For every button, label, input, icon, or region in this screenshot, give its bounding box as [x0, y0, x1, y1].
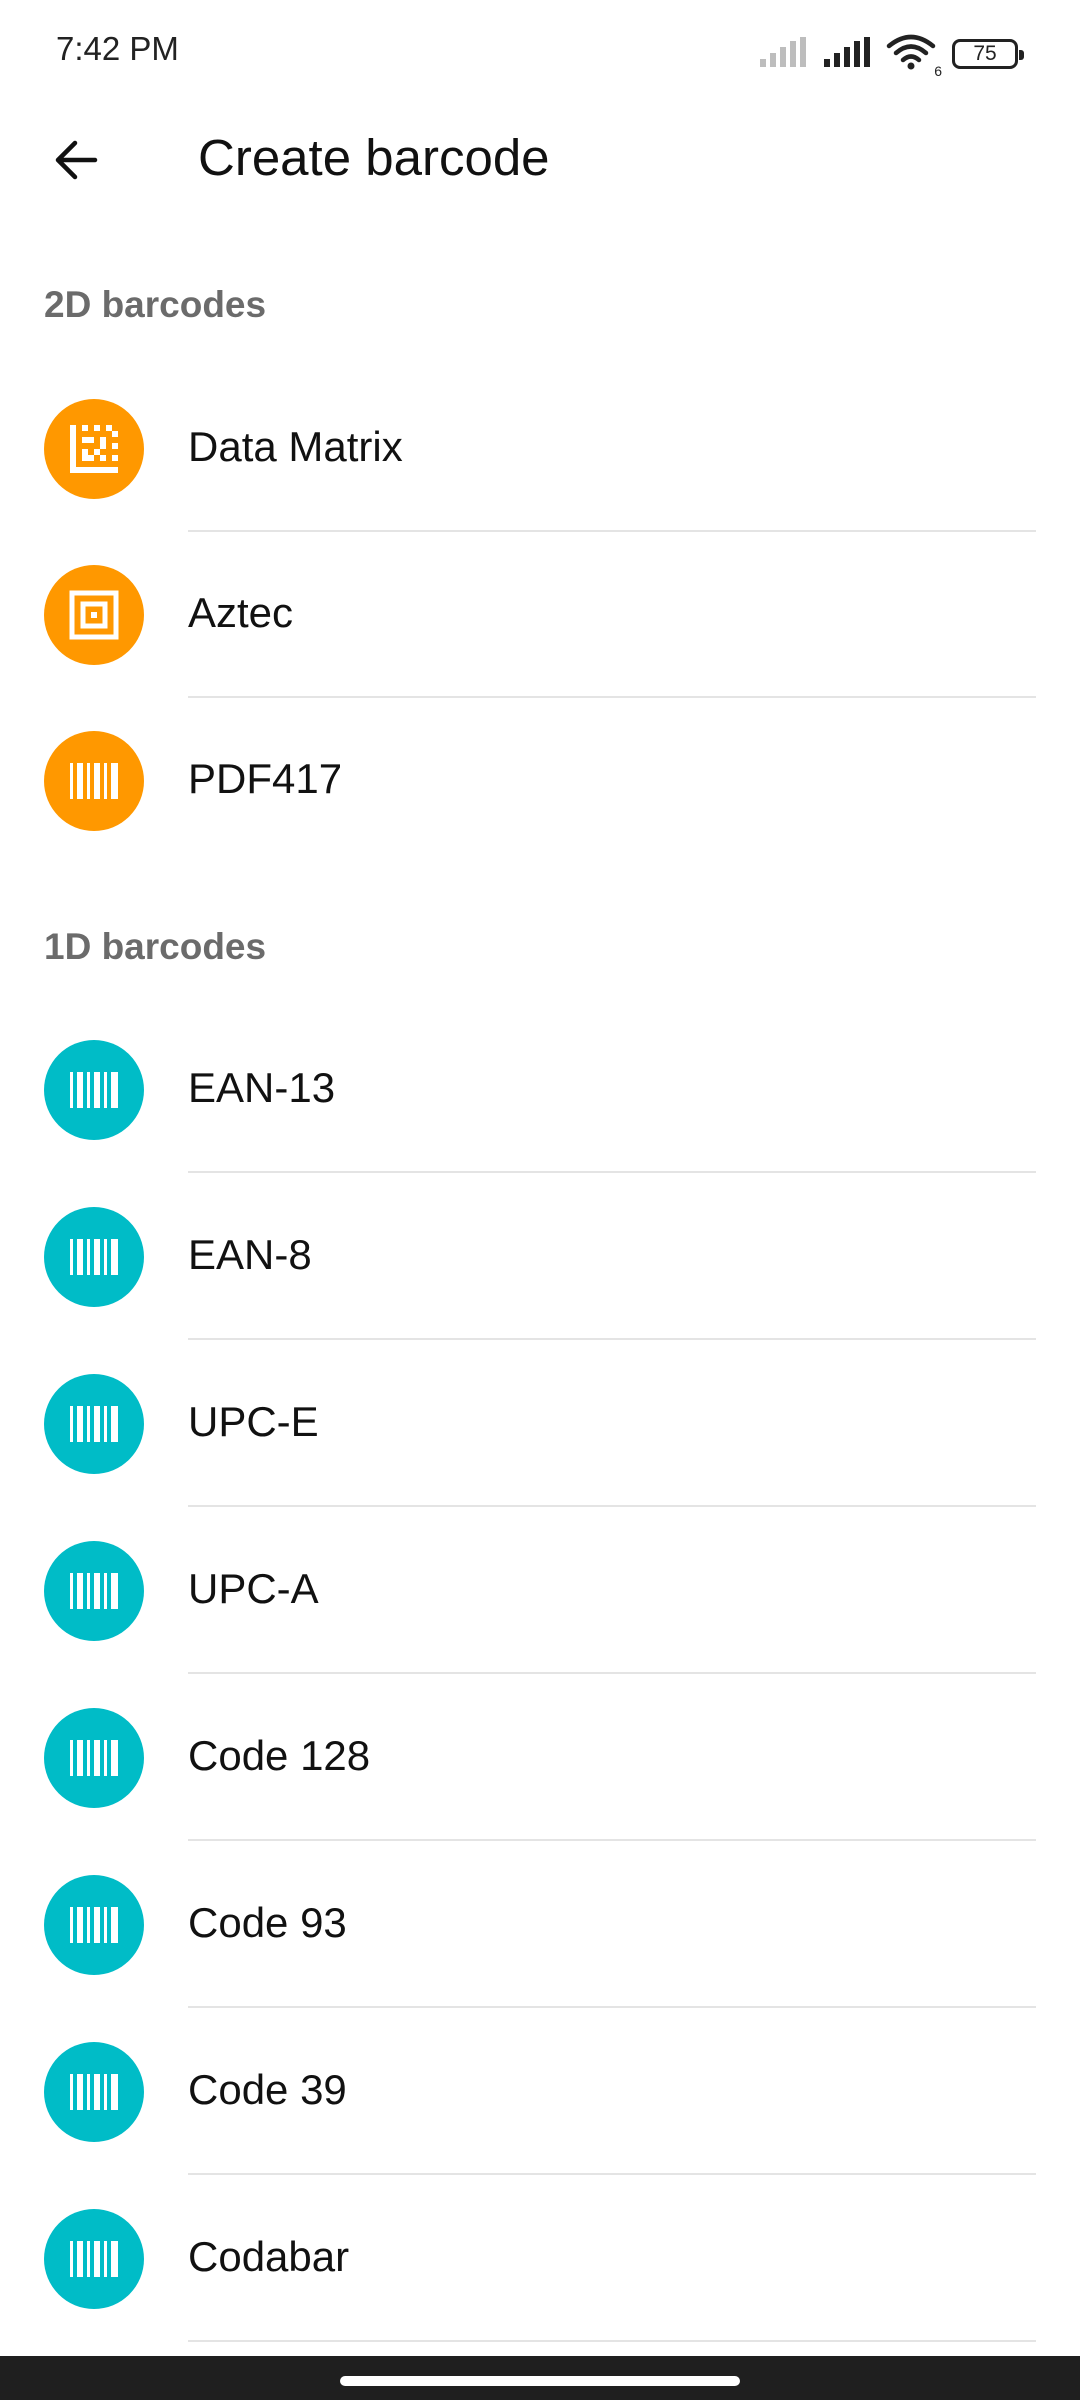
back-button[interactable] — [36, 122, 116, 202]
divider — [188, 1505, 1036, 1507]
page-title: Create barcode — [198, 129, 550, 186]
barcode-icon — [44, 1708, 144, 1808]
list-item-data-matrix[interactable]: Data Matrix — [0, 366, 1080, 532]
list-item-label: Aztec — [188, 589, 294, 636]
barcode-icon — [44, 1541, 144, 1641]
divider — [188, 2340, 1036, 2342]
arrow-left-icon — [51, 135, 101, 190]
list-item-code-128[interactable]: Code 128 — [0, 1675, 1080, 1841]
barcode-icon — [44, 731, 144, 831]
signal-weak-icon — [758, 36, 806, 72]
data-matrix-icon — [44, 399, 144, 499]
battery-icon: 75 — [952, 39, 1024, 69]
list-item-code-93[interactable]: Code 93 — [0, 1842, 1080, 2008]
divider — [188, 1338, 1036, 1340]
divider — [188, 1672, 1036, 1674]
list-item-pdf417[interactable]: PDF417 — [0, 698, 1080, 864]
section-header-2d: 2D barcodes — [44, 284, 267, 325]
list-item-label: EAN-13 — [188, 1064, 336, 1111]
battery-level: 75 — [973, 42, 997, 65]
list-item-aztec[interactable]: Aztec — [0, 532, 1080, 698]
wifi-badge: 6 — [934, 62, 942, 79]
signal-strong-icon — [822, 36, 870, 72]
section-header-1d: 1D barcodes — [44, 926, 267, 967]
barcode-icon — [44, 1040, 144, 1140]
list-item-codabar[interactable]: Codabar — [0, 2176, 1080, 2342]
divider — [188, 2173, 1036, 2175]
home-indicator[interactable] — [340, 2376, 740, 2386]
status-bar: 7:42 PM 6 75 — [0, 0, 1080, 100]
navigation-bar — [0, 2356, 1080, 2400]
status-time: 7:42 PM — [56, 30, 179, 67]
list-item-label: EAN-8 — [188, 1231, 312, 1278]
list-item-label: Codabar — [188, 2233, 350, 2280]
app-bar: Create barcode — [0, 100, 1080, 220]
wifi-icon: 6 — [886, 34, 942, 79]
list-item-label: Code 128 — [188, 1732, 371, 1779]
divider — [188, 2006, 1036, 2008]
divider — [188, 1171, 1036, 1173]
status-icons: 6 75 — [758, 34, 1024, 79]
list-item-ean-13[interactable]: EAN-13 — [0, 1007, 1080, 1173]
list-item-label: UPC-E — [188, 1398, 319, 1445]
list-item-label: Code 93 — [188, 1899, 347, 1946]
list-item-label: UPC-A — [188, 1565, 319, 1612]
list-item-upc-e[interactable]: UPC-E — [0, 1341, 1080, 1507]
barcode-icon — [44, 1875, 144, 1975]
barcode-icon — [44, 1374, 144, 1474]
divider — [188, 1839, 1036, 1841]
barcode-icon — [44, 2209, 144, 2309]
list-item-label: Data Matrix — [188, 423, 403, 470]
barcode-icon — [44, 1207, 144, 1307]
aztec-icon — [44, 565, 144, 665]
list-item-code-39[interactable]: Code 39 — [0, 2009, 1080, 2175]
list-item-label: Code 39 — [188, 2066, 347, 2113]
barcode-icon — [44, 2042, 144, 2142]
list-item-ean-8[interactable]: EAN-8 — [0, 1174, 1080, 1340]
list-item-upc-a[interactable]: UPC-A — [0, 1508, 1080, 1674]
list-item-label: PDF417 — [188, 755, 343, 802]
